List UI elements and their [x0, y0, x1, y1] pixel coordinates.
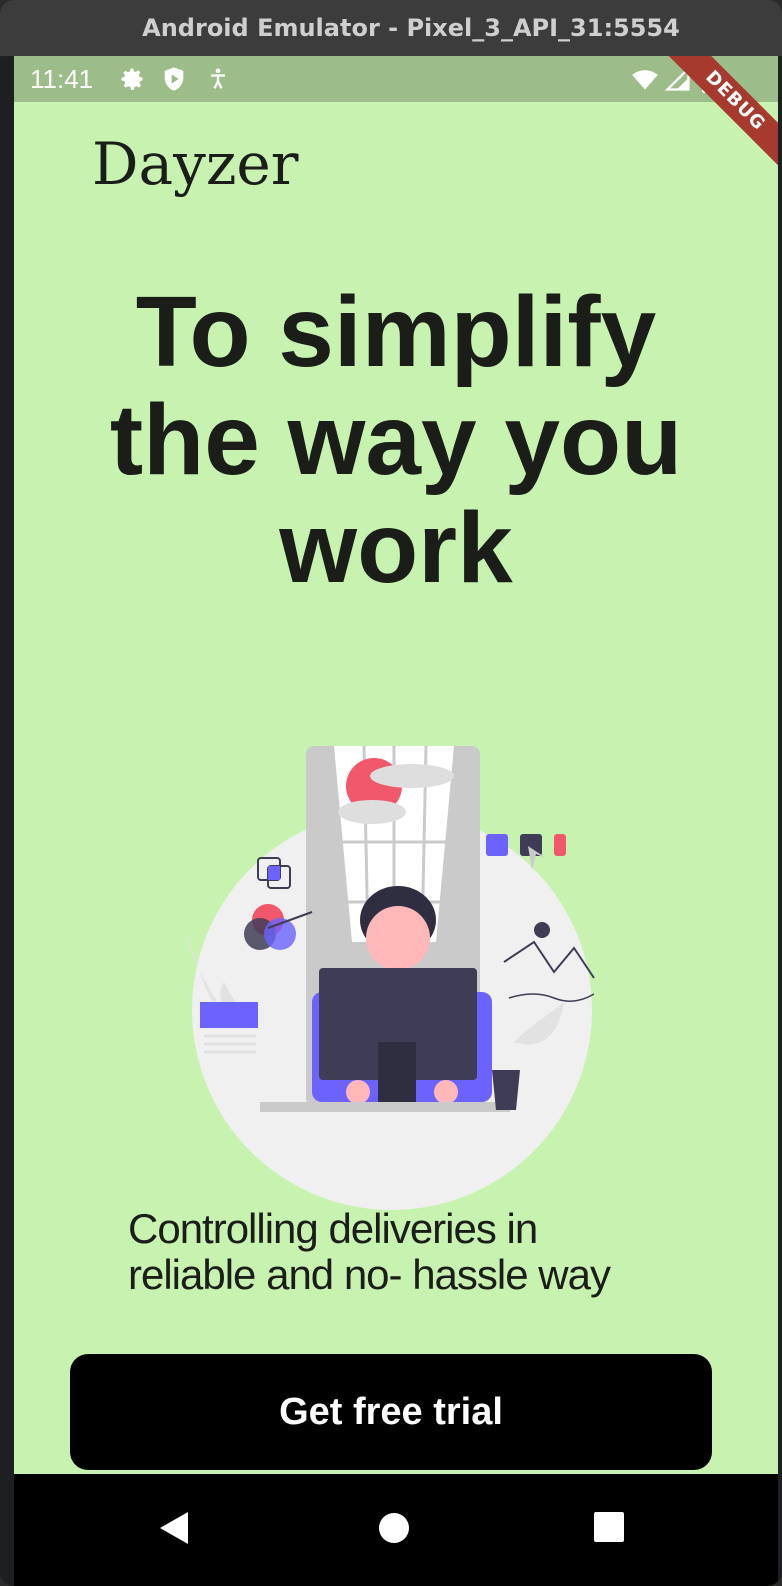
status-bar: 11:41	[14, 56, 778, 102]
brand-logo: Dayzer	[92, 130, 299, 198]
navigation-bar	[14, 1474, 778, 1586]
subtitle-line: reliable and no- hassle way	[128, 1251, 611, 1298]
window-titlebar[interactable]: Android Emulator - Pixel_3_API_31:5554	[0, 0, 782, 57]
accessibility-icon	[204, 65, 232, 93]
recents-icon[interactable]	[588, 1506, 632, 1555]
subtitle-line: Controlling deliveries in	[128, 1205, 538, 1252]
status-time: 11:41	[30, 64, 94, 94]
window-title: Android Emulator - Pixel_3_API_31:5554	[142, 14, 680, 42]
hero-illustration	[164, 742, 614, 1222]
page-headline: To simplify the way you work	[14, 278, 778, 602]
phone-screen: 11:41 DEBUG Dayzer To simplify the way y…	[14, 56, 778, 1586]
gear-icon	[118, 65, 146, 93]
headline-line: To simplify	[135, 276, 657, 388]
subtitle-text: Controlling deliveries in reliable and n…	[128, 1206, 688, 1298]
emulator-window: Android Emulator - Pixel_3_API_31:5554 1…	[0, 0, 782, 1586]
home-icon[interactable]	[372, 1506, 416, 1555]
wifi-icon	[630, 65, 658, 93]
headline-line: the way you	[109, 384, 683, 496]
back-icon[interactable]	[154, 1506, 194, 1555]
headline-line: work	[279, 492, 513, 604]
shield-play-icon	[160, 65, 188, 93]
get-free-trial-button[interactable]: Get free trial	[70, 1354, 712, 1470]
